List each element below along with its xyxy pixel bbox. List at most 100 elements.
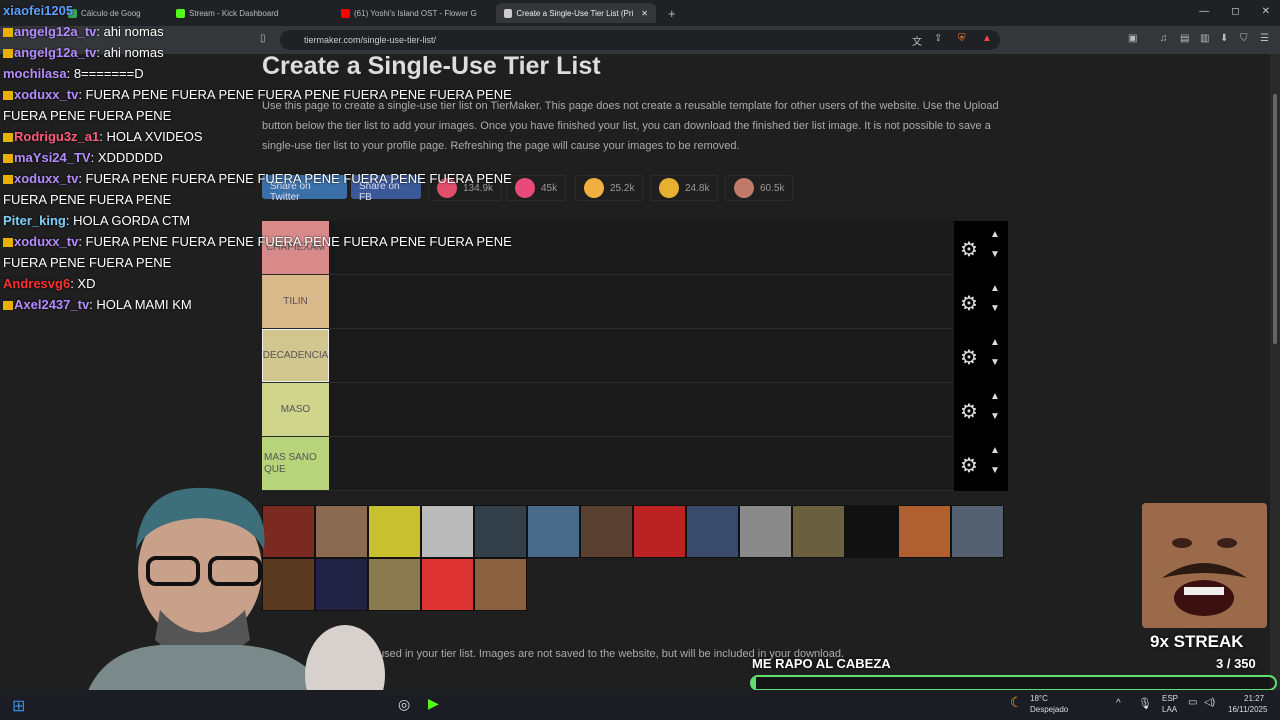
meme-face-image xyxy=(1142,503,1267,628)
crown-badge-icon xyxy=(3,301,13,310)
tier-item-image[interactable] xyxy=(474,505,527,558)
tier-label[interactable]: DECADENCIA xyxy=(262,329,329,382)
tab-tiermaker[interactable]: Create a Single-Use Tier List (Pri ✕ xyxy=(496,3,656,23)
chat-username[interactable]: Piter_king xyxy=(3,213,66,228)
app-icon[interactable]: ◎ xyxy=(398,696,410,713)
chat-message: Andresvg6: XD xyxy=(0,273,520,294)
crown-badge-icon xyxy=(3,91,13,100)
rewards-icon[interactable]: ▲ xyxy=(982,33,992,44)
tier-item-image[interactable] xyxy=(951,505,1004,558)
music-icon[interactable]: ♫ xyxy=(1160,33,1168,44)
tier-item-image[interactable] xyxy=(580,505,633,558)
chat-username[interactable]: Rodrigu3z_a1 xyxy=(14,129,99,144)
clock-time[interactable]: 21:27 xyxy=(1244,694,1264,703)
goal-progress-fill xyxy=(752,677,757,689)
tier-item-image[interactable] xyxy=(792,505,845,558)
chat-username[interactable]: angelg12a_tv xyxy=(14,45,96,60)
goal-progress-bar xyxy=(750,675,1277,691)
chat-message: FUERA PENE FUERA PENE xyxy=(0,105,520,126)
chat-username[interactable]: xoduxx_tv xyxy=(14,234,78,249)
language-code[interactable]: ESP xyxy=(1162,694,1178,703)
tier-item-image[interactable] xyxy=(739,505,792,558)
tier-item-image[interactable] xyxy=(421,505,474,558)
sidebar-icon[interactable]: ▣ xyxy=(1128,33,1137,44)
clock-date[interactable]: 16/11/2025 xyxy=(1228,705,1267,714)
close-icon[interactable]: ✕ xyxy=(641,9,648,18)
menu-icon[interactable]: ☰ xyxy=(1260,33,1269,44)
network-icon[interactable]: ▭ xyxy=(1188,697,1197,708)
volume-icon[interactable]: ◁) xyxy=(1204,697,1215,708)
weather-temp: 18°C xyxy=(1030,694,1048,703)
reaction-poop[interactable]: 60.5k xyxy=(725,175,794,201)
chevron-up-icon[interactable]: ▲ xyxy=(990,445,1000,456)
chevron-up-icon[interactable]: ▲ xyxy=(990,283,1000,294)
gear-icon[interactable]: ⚙ xyxy=(960,237,978,262)
chat-username[interactable]: xiaofei1205 xyxy=(3,3,73,18)
vpn-icon[interactable]: ⛉ xyxy=(1240,33,1248,44)
gear-icon[interactable]: ⚙ xyxy=(960,399,978,424)
chat-username[interactable]: Andresvg6 xyxy=(3,276,70,291)
tier-item-image[interactable] xyxy=(474,558,527,611)
chat-message: angelg12a_tv: ahi nomas xyxy=(0,42,520,63)
chat-message: angelg12a_tv: ahi nomas xyxy=(0,21,520,42)
streak-label: 9x STREAK xyxy=(1150,632,1244,651)
tier-controls: ⚙ ▲ ▼ xyxy=(954,275,1008,329)
gear-icon[interactable]: ⚙ xyxy=(960,291,978,316)
chat-message: FUERA PENE FUERA PENE xyxy=(0,189,520,210)
chevron-down-icon[interactable]: ▼ xyxy=(990,465,1000,476)
gear-icon[interactable]: ⚙ xyxy=(960,345,978,370)
scrollbar[interactable] xyxy=(1270,54,1280,690)
new-tab-button[interactable]: + xyxy=(660,3,684,23)
share-icon[interactable]: ⇪ xyxy=(934,33,942,44)
tier-item-image[interactable] xyxy=(845,505,898,558)
tier-controls: ⚙ ▲ ▼ xyxy=(954,383,1008,437)
chevron-down-icon[interactable]: ▼ xyxy=(990,249,1000,260)
chevron-down-icon[interactable]: ▼ xyxy=(990,357,1000,368)
crown-badge-icon xyxy=(3,133,13,142)
laugh-icon xyxy=(584,178,604,198)
reaction-clap[interactable]: 24.8k xyxy=(650,175,719,201)
chat-username[interactable]: angelg12a_tv xyxy=(14,24,96,39)
chevron-up-icon[interactable]: ▲ xyxy=(990,229,1000,240)
shield-icon[interactable]: ⛨ xyxy=(958,33,966,44)
chat-username[interactable]: xoduxx_tv xyxy=(14,171,78,186)
chevron-down-icon[interactable]: ▼ xyxy=(990,303,1000,314)
scrollbar-thumb[interactable] xyxy=(1273,94,1277,344)
panel-icon[interactable]: ▤ xyxy=(1180,33,1189,44)
weather-icon: ☾ xyxy=(1010,694,1023,710)
tier-item-image[interactable] xyxy=(686,505,739,558)
chat-message: FUERA PENE FUERA PENE xyxy=(0,252,520,273)
chat-username[interactable]: xoduxx_tv xyxy=(14,87,78,102)
chat-username[interactable]: Axel2437_tv xyxy=(14,297,89,312)
microphone-icon[interactable]: 🎙 xyxy=(1138,697,1152,710)
chat-message: maYsi24_TV: XDDDDDD xyxy=(0,147,520,168)
crown-badge-icon xyxy=(3,49,13,58)
chat-username[interactable]: maYsi24_TV xyxy=(14,150,91,165)
tier-controls: ⚙ ▲ ▼ xyxy=(954,221,1008,275)
windows-start-icon[interactable]: ⊞ xyxy=(12,696,25,716)
minimize-icon[interactable]: — xyxy=(1199,6,1209,17)
chat-text: : HOLA GORDA CTM xyxy=(65,213,191,228)
crown-badge-icon xyxy=(3,28,13,37)
chevron-down-icon[interactable]: ▼ xyxy=(990,411,1000,422)
chat-message: xoduxx_tv: FUERA PENE FUERA PENE FUERA P… xyxy=(0,84,520,105)
tier-item-image[interactable] xyxy=(421,558,474,611)
translate-icon[interactable]: 文 xyxy=(912,33,922,48)
chat-username[interactable]: mochilasa xyxy=(3,66,67,81)
taskbar: ⊞ ◎ ▶ ☾ 18°C Despejado ^ 🎙 ESP LAA ▭ ◁) … xyxy=(0,690,1280,720)
maximize-icon[interactable]: ◻ xyxy=(1231,6,1239,17)
chat-text: : XDDDDDD xyxy=(90,150,163,165)
chevron-up-icon[interactable]: ^ xyxy=(1116,698,1121,709)
download-icon[interactable]: ⬇ xyxy=(1220,33,1228,44)
tier-item-image[interactable] xyxy=(527,505,580,558)
tier-label[interactable]: MASO xyxy=(262,383,329,436)
tier-item-image[interactable] xyxy=(633,505,686,558)
kick-app-icon[interactable]: ▶ xyxy=(428,695,439,712)
wallet-icon[interactable]: ▥ xyxy=(1200,33,1209,44)
chevron-up-icon[interactable]: ▲ xyxy=(990,337,1000,348)
chevron-up-icon[interactable]: ▲ xyxy=(990,391,1000,402)
gear-icon[interactable]: ⚙ xyxy=(960,453,978,478)
close-window-icon[interactable]: ✕ xyxy=(1262,6,1270,17)
tier-item-image[interactable] xyxy=(898,505,951,558)
reaction-laugh[interactable]: 25.2k xyxy=(575,175,644,201)
